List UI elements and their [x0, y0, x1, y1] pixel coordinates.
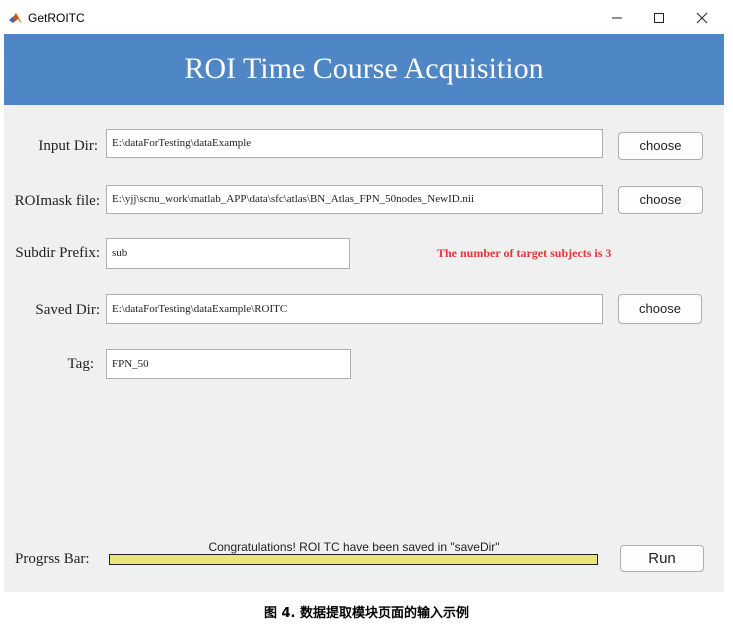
close-icon[interactable]	[692, 9, 712, 27]
run-button[interactable]: Run	[620, 545, 704, 572]
tag-label: Tag:	[67, 356, 94, 372]
saved-dir-label: Saved Dir:	[35, 302, 100, 318]
window-title: GetROITC	[28, 11, 85, 25]
progress-message: Congratulations! ROI TC have been saved …	[208, 540, 500, 554]
progress-bar-fill	[110, 555, 597, 564]
main-panel: ROI Time Course Acquisition Input Dir: E…	[4, 34, 724, 592]
tag-field[interactable]: FPN_50	[106, 349, 351, 379]
input-dir-label: Input Dir:	[38, 138, 98, 154]
choose-roimask-file-button[interactable]: choose	[618, 186, 703, 214]
maximize-icon[interactable]	[649, 9, 669, 27]
progress-bar-label: Progrss Bar:	[15, 551, 90, 567]
roimask-file-label: ROImask file:	[14, 193, 100, 209]
progress-bar	[109, 554, 598, 565]
input-dir-field[interactable]: E:\dataForTesting\dataExample	[106, 129, 603, 158]
choose-input-dir-button[interactable]: choose	[618, 132, 703, 160]
subject-count-status: The number of target subjects is 3	[437, 246, 612, 260]
title-bar: GetROITC	[0, 0, 733, 34]
minimize-icon[interactable]	[607, 9, 627, 27]
header-banner: ROI Time Course Acquisition	[4, 34, 724, 105]
app-window: GetROITC ROI Time Course Acquisition Inp…	[0, 0, 733, 594]
figure-caption: 图 4. 数据提取模块页面的输入示例	[263, 606, 470, 621]
page-title: ROI Time Course Acquisition	[184, 52, 544, 85]
matlab-app-icon	[9, 11, 22, 24]
saved-dir-field[interactable]: E:\dataForTesting\dataExample\ROITC	[106, 294, 603, 324]
subdir-prefix-field[interactable]: sub	[106, 238, 350, 269]
choose-saved-dir-button[interactable]: choose	[618, 294, 702, 324]
roimask-file-field[interactable]: E:\yjj\scnu_work\matlab_APP\data\sfc\atl…	[106, 185, 603, 214]
subdir-prefix-label: Subdir Prefix:	[15, 245, 100, 261]
